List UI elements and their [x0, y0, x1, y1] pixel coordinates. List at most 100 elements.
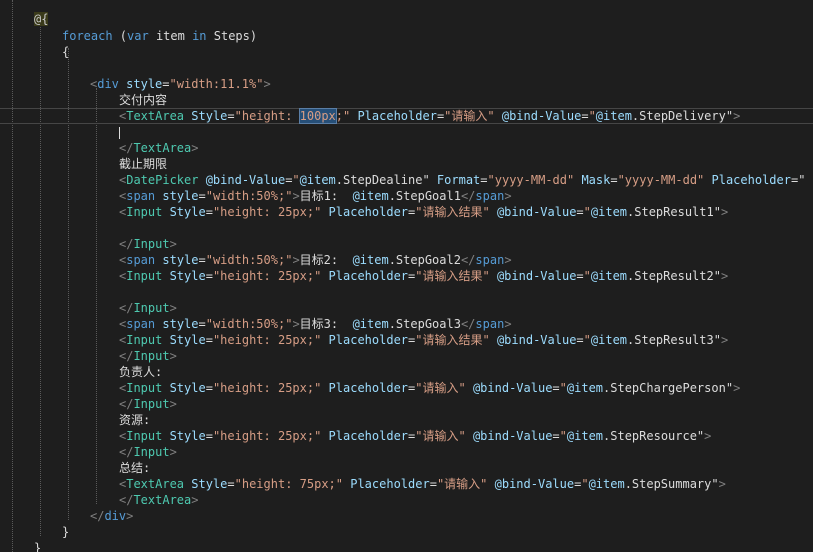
code-line[interactable]: 交付内容: [0, 92, 167, 108]
code-line[interactable]: [0, 124, 120, 140]
code-line[interactable]: <TextArea Style="height: 75px;" Placehol…: [0, 476, 726, 492]
code-line[interactable]: foreach (var item in Steps): [0, 28, 257, 44]
code-token: ": [583, 269, 591, 283]
code-token: @bind-Value: [487, 477, 575, 491]
code-token: Style: [162, 429, 206, 443]
code-token: "yyyy-MM-dd": [617, 173, 705, 187]
code-line[interactable]: </Input>: [0, 444, 177, 460]
code-token: >: [733, 381, 741, 395]
code-token: @bind-Value: [465, 381, 553, 395]
code-token: @item: [566, 429, 604, 443]
code-token: </: [119, 301, 134, 315]
code-line[interactable]: 截止期限: [0, 156, 167, 172]
code-token: ": [588, 109, 596, 123]
code-token: .StepResult1": [627, 205, 721, 219]
code-token: >: [191, 493, 199, 507]
code-token: {: [62, 45, 70, 59]
text-cursor: [119, 126, 120, 139]
code-line[interactable]: <div style="width:11.1%">: [0, 76, 271, 92]
code-line[interactable]: </Input>: [0, 348, 177, 364]
code-token: in: [192, 29, 207, 43]
code-line[interactable]: </TextArea>: [0, 140, 198, 156]
code-token: @item: [588, 477, 625, 491]
code-token: >: [718, 477, 726, 491]
code-token: TextArea: [133, 493, 192, 507]
code-token: style: [155, 253, 199, 267]
code-token: .StepDealine": [335, 173, 430, 187]
code-token: ": [559, 429, 567, 443]
code-token: =: [198, 253, 206, 267]
code-token: .StepGoal2: [388, 253, 461, 267]
code-line[interactable]: </div>: [0, 508, 133, 524]
code-line[interactable]: <Input Style="height: 25px;" Placeholder…: [0, 332, 728, 348]
code-token: =: [205, 429, 213, 443]
code-line[interactable]: 总结:: [0, 460, 150, 476]
code-editor[interactable]: @{ foreach (var item in Steps){ <div style…: [0, 0, 813, 552]
code-token: Style: [162, 269, 206, 283]
code-line[interactable]: 资源:: [0, 412, 150, 428]
code-token: "请输入结果": [415, 269, 490, 283]
code-token: Input: [126, 269, 163, 283]
code-token: span: [475, 189, 505, 203]
code-token: >: [292, 253, 300, 267]
code-token: 目标2:: [299, 253, 353, 267]
code-line[interactable]: }: [0, 540, 41, 552]
code-line[interactable]: }: [0, 524, 69, 540]
code-token: ;": [335, 109, 351, 123]
code-token: =: [576, 333, 584, 347]
code-token: =: [227, 477, 235, 491]
code-token: "width:11.1%": [169, 77, 264, 91]
code-token: }: [62, 525, 70, 539]
code-token: .StepResource": [603, 429, 705, 443]
code-token: =: [610, 173, 618, 187]
code-token: </: [90, 509, 105, 523]
code-line[interactable]: <span style="width:50%;">目标3: @item.Step…: [0, 316, 512, 332]
code-token: =: [162, 77, 170, 91]
code-token: =": [790, 173, 806, 187]
code-token: @bind-Value: [465, 429, 553, 443]
code-token: .StepResult3": [627, 333, 721, 347]
code-token: 总结:: [119, 461, 151, 475]
code-line[interactable]: </Input>: [0, 300, 177, 316]
code-line[interactable]: @{: [0, 11, 49, 27]
code-line[interactable]: <Input Style="height: 25px;" Placeholder…: [0, 268, 728, 284]
code-token: "请输入结果": [415, 333, 490, 347]
code-line[interactable]: <span style="width:50%;">目标1: @item.Step…: [0, 188, 512, 204]
code-token: Input: [133, 397, 170, 411]
code-token: @{: [34, 12, 49, 26]
code-token: "请输入": [415, 429, 466, 443]
code-token: "height: 25px;": [212, 381, 322, 395]
code-token: Style: [162, 381, 206, 395]
code-line[interactable]: </Input>: [0, 236, 177, 252]
code-line[interactable]: <DatePicker @bind-Value="@item.StepDeali…: [0, 172, 805, 188]
code-token: foreach: [62, 29, 113, 43]
code-token: 目标3:: [299, 317, 353, 331]
code-line[interactable]: <Input Style="height: 25px;" Placeholder…: [0, 204, 728, 220]
code-token: =: [205, 269, 213, 283]
code-token: </: [460, 317, 476, 331]
code-line[interactable]: [0, 60, 62, 76]
code-token: .StepGoal3: [388, 317, 461, 331]
code-line[interactable]: {: [0, 44, 69, 60]
code-token: =: [227, 109, 235, 123]
code-line[interactable]: <span style="width:50%;">目标2: @item.Step…: [0, 252, 512, 268]
code-line[interactable]: <Input Style="height: 25px;" Placeholder…: [0, 428, 711, 444]
current-line[interactable]: <TextArea Style="height: 100px;" Placeho…: [0, 108, 813, 124]
code-line[interactable]: <Input Style="height: 25px;" Placeholder…: [0, 380, 740, 396]
code-token: "width:50%;": [205, 253, 293, 267]
code-line[interactable]: </Input>: [0, 396, 177, 412]
code-token: "height: 25px;": [212, 333, 322, 347]
code-token: ": [581, 477, 589, 491]
code-token: style: [155, 189, 199, 203]
code-line[interactable]: 负责人:: [0, 364, 162, 380]
code-token: .StepResult2": [627, 269, 721, 283]
code-line[interactable]: </TextArea>: [0, 492, 198, 508]
code-token: </: [460, 189, 476, 203]
code-line[interactable]: [0, 284, 119, 300]
code-token: 目标1:: [299, 189, 353, 203]
code-line[interactable]: [0, 220, 119, 236]
code-token: >: [504, 189, 512, 203]
code-token: </: [460, 253, 476, 267]
code-token: >: [126, 509, 134, 523]
code-token: </: [119, 397, 134, 411]
